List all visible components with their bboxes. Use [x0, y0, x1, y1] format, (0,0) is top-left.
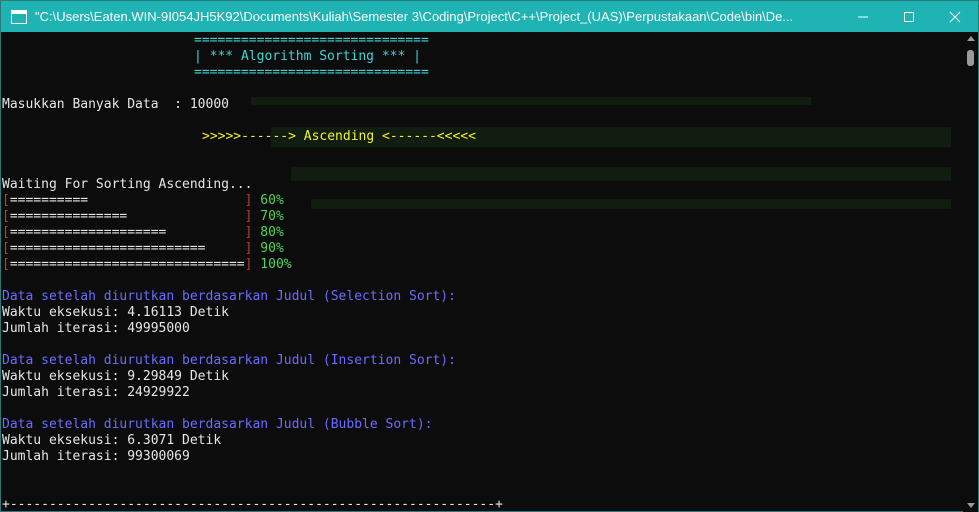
order-banner: >>>>>------> Ascending <------<<<<< [202, 129, 476, 144]
maximize-icon [904, 11, 914, 22]
progress-row: [========== ] 60% [2, 193, 284, 208]
progress-row: [========================= ] 90% [2, 241, 284, 256]
header-rule-bottom: ============================== [194, 65, 429, 80]
minimize-icon [858, 16, 868, 17]
result-time-insertion: Waktu eksekusi: 9.29849 Detik [2, 369, 229, 384]
window-title: "C:\Users\Eaten.WIN-9I054JH5K92\Document… [35, 9, 794, 24]
terminal-output[interactable]: ============================== | *** Alg… [1, 32, 963, 512]
window-controls [840, 1, 978, 32]
maximize-button[interactable] [886, 1, 932, 32]
header-title: | *** Algorithm Sorting *** | [194, 49, 421, 64]
progress-row: [=============== ] 70% [2, 209, 284, 224]
input-value: 10000 [189, 97, 229, 112]
waiting-text: Waiting For Sorting Ascending... [2, 177, 253, 192]
result-iterations-bubble: Jumlah iterasi: 99300069 [2, 449, 190, 464]
result-time-bubble: Waktu eksekusi: 6.3071 Detik [2, 433, 222, 448]
result-heading-insertion: Data setelah diurutkan berdasarkan Judul… [2, 353, 456, 368]
console-window: "C:\Users\Eaten.WIN-9I054JH5K92\Document… [0, 0, 979, 512]
console-app-icon [11, 9, 27, 24]
header-rule-top: ============================== [194, 33, 429, 48]
minimize-button[interactable] [840, 1, 886, 32]
progress-row: [==============================] 100% [2, 257, 292, 272]
input-label: Masukkan Banyak Data : [2, 97, 190, 112]
title-bar[interactable]: "C:\Users\Eaten.WIN-9I054JH5K92\Document… [1, 1, 978, 32]
result-heading-selection: Data setelah diurutkan berdasarkan Judul… [2, 289, 456, 304]
result-iterations-selection: Jumlah iterasi: 49995000 [2, 321, 190, 336]
scroll-up-arrow-icon[interactable] [967, 36, 975, 41]
scroll-down-arrow-icon[interactable] [967, 503, 975, 508]
result-heading-bubble: Data setelah diurutkan berdasarkan Judul… [2, 417, 433, 432]
ghost-background-artifact [251, 87, 951, 267]
close-button[interactable] [932, 1, 978, 32]
close-icon [949, 11, 961, 22]
result-iterations-insertion: Jumlah iterasi: 24929922 [2, 385, 190, 400]
scroll-thumb[interactable] [967, 50, 974, 66]
vertical-scrollbar[interactable] [963, 32, 978, 512]
progress-row: [==================== ] 80% [2, 225, 284, 240]
footer-rule: +---------------------------------------… [2, 497, 503, 512]
result-time-selection: Waktu eksekusi: 4.16113 Detik [2, 305, 229, 320]
input-prompt: Masukkan Banyak Data : 10000 [2, 97, 229, 113]
